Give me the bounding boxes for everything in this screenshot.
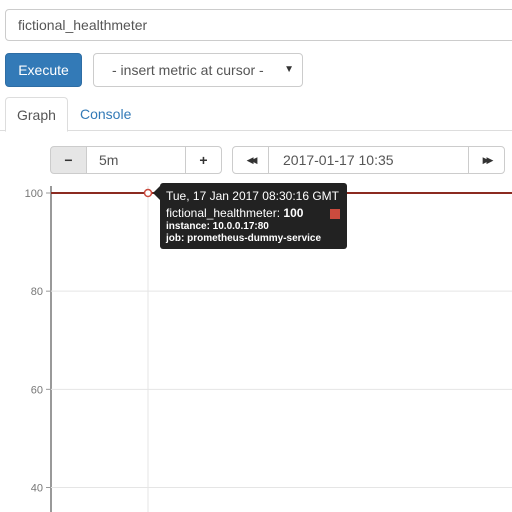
tooltip-metric: fictional_healthmeter: 100 — [166, 206, 341, 221]
tab-console[interactable]: Console — [69, 97, 142, 131]
insert-metric-select[interactable]: - insert metric at cursor - ▼ — [93, 53, 303, 87]
y-tick-label: 100 — [25, 188, 43, 200]
caret-down-icon: ▼ — [284, 64, 294, 75]
hover-point — [143, 188, 153, 198]
tooltip-instance: instance: 10.0.0.17:80 — [166, 221, 269, 232]
tooltip-job: job: prometheus-dummy-service — [166, 233, 322, 244]
expression-input[interactable]: fictional_healthmeter — [5, 9, 512, 41]
y-tick-label: 80 — [31, 286, 43, 298]
insert-metric-select-label: - insert metric at cursor - — [112, 62, 264, 78]
tooltip-metric-value: 100 — [283, 206, 304, 220]
execute-button[interactable]: Execute — [5, 53, 82, 87]
hover-tooltip: Tue, 17 Jan 2017 08:30:16 GMT fictional_… — [160, 183, 347, 249]
step-back-icon: ◀◀ — [246, 154, 258, 165]
step-back-button[interactable]: ◀◀ — [232, 146, 269, 174]
tab-bar: Graph Console — [0, 97, 512, 132]
tooltip-arrow — [153, 186, 160, 200]
tab-graph[interactable]: Graph — [5, 97, 68, 132]
end-time-input[interactable]: 2017-01-17 10:35 — [268, 146, 469, 174]
step-forward-button[interactable]: ▶▶ — [468, 146, 505, 174]
tooltip-metric-name: fictional_healthmeter: — [166, 206, 281, 220]
series-color-swatch — [330, 209, 340, 219]
shrink-range-button[interactable]: − — [50, 146, 87, 174]
step-forward-icon: ▶▶ — [482, 154, 494, 165]
range-input[interactable]: 5m — [86, 146, 186, 174]
expand-range-button[interactable]: + — [185, 146, 222, 174]
y-tick-label: 40 — [31, 483, 43, 495]
y-tick-label: 60 — [31, 384, 43, 396]
tooltip-time: Tue, 17 Jan 2017 08:30:16 GMT — [166, 189, 339, 203]
